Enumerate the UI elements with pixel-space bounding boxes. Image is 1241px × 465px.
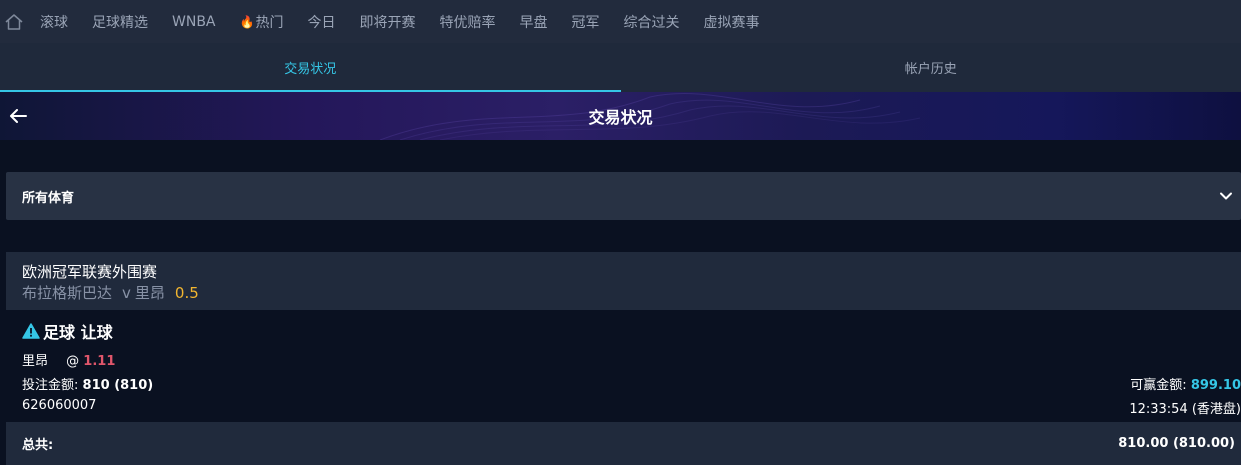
ticket-id: 626060007 [22, 398, 97, 413]
tab-bar: 交易状况 帐户历史 [0, 43, 1241, 92]
nav-item-upcoming[interactable]: 即将开赛 [359, 12, 415, 32]
home-button[interactable] [0, 0, 28, 43]
league-name: 欧洲冠军联赛外围赛 [22, 263, 158, 281]
page-banner: 交易状况 [0, 92, 1241, 140]
nav-item-today[interactable]: 今日 [307, 12, 335, 32]
nav-item-hot[interactable]: 🔥 热门 [240, 12, 284, 32]
bet-type: 足球 让球 [22, 319, 113, 343]
sport-filter-dropdown[interactable]: 所有体育 [6, 172, 1241, 220]
bet-card-header: 欧洲冠军联赛外围赛 布拉格斯巴达 v 里昂 0.5 [6, 252, 1241, 310]
nav-item-parlay[interactable]: 综合过关 [623, 12, 679, 32]
home-icon [5, 13, 23, 30]
nav-item-football-picks[interactable]: 足球精选 [92, 12, 148, 32]
selection-row: 里昂 @ 1.11 [22, 350, 1241, 369]
nav-item-outright[interactable]: 冠军 [571, 12, 599, 32]
stake-value: 810 (810) [82, 378, 154, 393]
bet-type-label: 足球 让球 [43, 323, 113, 342]
win-label: 可赢金额: [1130, 378, 1187, 393]
back-button[interactable] [6, 104, 30, 128]
nav-item-early[interactable]: 早盘 [519, 12, 547, 32]
away-team: 里昂 [134, 284, 165, 302]
ticket-row: 626060007 12:33:54 (香港盘) [22, 398, 1241, 417]
top-nav: 滚球 足球精选 WNBA 🔥 热门 今日 即将开赛 特优赔率 早盘 冠军 综合过关… [0, 0, 1241, 43]
arrow-left-icon [10, 109, 27, 123]
stake-label: 投注金额: [22, 378, 79, 393]
bet-card-body: 足球 让球 里昂 @ 1.11 投注金额: 810 (810) 可赢金额: 89… [6, 310, 1241, 422]
stake-row: 投注金额: 810 (810) 可赢金额: 899.10 [22, 374, 1241, 393]
nav-item-virtual[interactable]: 虚拟赛事 [703, 12, 759, 32]
warning-icon [22, 323, 40, 339]
nav-item-special-odds[interactable]: 特优赔率 [439, 12, 495, 32]
chevron-down-icon [1220, 192, 1232, 200]
home-team: 布拉格斯巴达 [22, 284, 113, 302]
win-value: 899.10 [1190, 378, 1241, 393]
total-value: 810.00 (810.00) [1118, 436, 1235, 451]
sport-filter-label: 所有体育 [22, 190, 75, 206]
vs-label: v [122, 284, 131, 302]
nav-item-live[interactable]: 滚球 [40, 12, 68, 32]
odds-value: 1.11 [83, 354, 116, 369]
handicap-value: 0.5 [174, 284, 199, 302]
nav-item-wnba[interactable]: WNBA [172, 14, 216, 30]
match-info: 布拉格斯巴达 v 里昂 0.5 [22, 282, 1225, 304]
page-title: 交易状况 [588, 108, 653, 127]
selection-name: 里昂 [22, 354, 49, 369]
bet-time: 12:33:54 (香港盘) [1129, 402, 1241, 417]
odds-at: @ [66, 354, 80, 369]
fire-icon: 🔥 [239, 14, 255, 29]
total-label: 总共: [22, 438, 54, 453]
tab-transaction-status[interactable]: 交易状况 [0, 43, 621, 92]
tab-account-history[interactable]: 帐户历史 [621, 43, 1241, 92]
total-row: 总共: 810.00 (810.00) [6, 422, 1241, 465]
